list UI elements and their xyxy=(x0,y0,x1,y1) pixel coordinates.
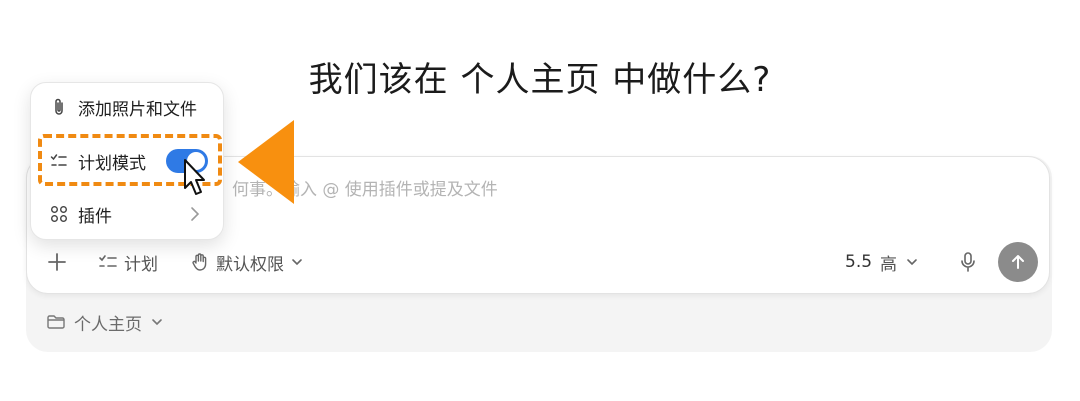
plus-icon xyxy=(46,251,68,273)
send-button[interactable] xyxy=(998,242,1038,282)
menu-item-label: 添加照片和文件 xyxy=(78,99,197,120)
project-selector[interactable]: 个人主页 xyxy=(46,310,164,335)
folder-icon xyxy=(46,313,66,331)
page: 我们该在 个人主页 中做什么? 何事。输入 @ 使用插件或提及文件 计划 默认权… xyxy=(0,0,1080,401)
arrow-up-icon xyxy=(1008,252,1028,272)
chevron-down-icon xyxy=(905,255,919,269)
project-label: 个人主页 xyxy=(74,314,142,335)
voice-input-button[interactable] xyxy=(958,249,978,275)
plan-label: 计划 xyxy=(124,254,158,275)
chevron-right-icon xyxy=(188,205,202,223)
chevron-down-icon xyxy=(290,255,304,269)
chevron-down-icon xyxy=(150,315,164,329)
add-button[interactable] xyxy=(46,249,68,275)
menu-item-add-files[interactable]: 添加照片和文件 xyxy=(50,94,197,120)
menu-item-label: 插件 xyxy=(78,206,112,227)
model-selector[interactable]: 5.5 高 xyxy=(845,249,919,275)
menu-item-plugins[interactable]: 插件 xyxy=(50,201,112,227)
permissions-dropdown[interactable]: 默认权限 xyxy=(190,249,304,275)
checklist-icon xyxy=(98,252,118,272)
arrow-left-icon xyxy=(236,118,296,206)
plan-button[interactable]: 计划 xyxy=(98,249,158,275)
permissions-label: 默认权限 xyxy=(216,254,284,275)
paperclip-icon xyxy=(50,97,68,117)
model-version: 5.5 xyxy=(845,252,873,272)
effort-label: 高 xyxy=(880,254,898,275)
grid-icon xyxy=(50,205,68,223)
microphone-icon xyxy=(958,251,978,273)
hand-icon xyxy=(190,252,210,272)
pointer-cursor-icon xyxy=(180,158,206,198)
